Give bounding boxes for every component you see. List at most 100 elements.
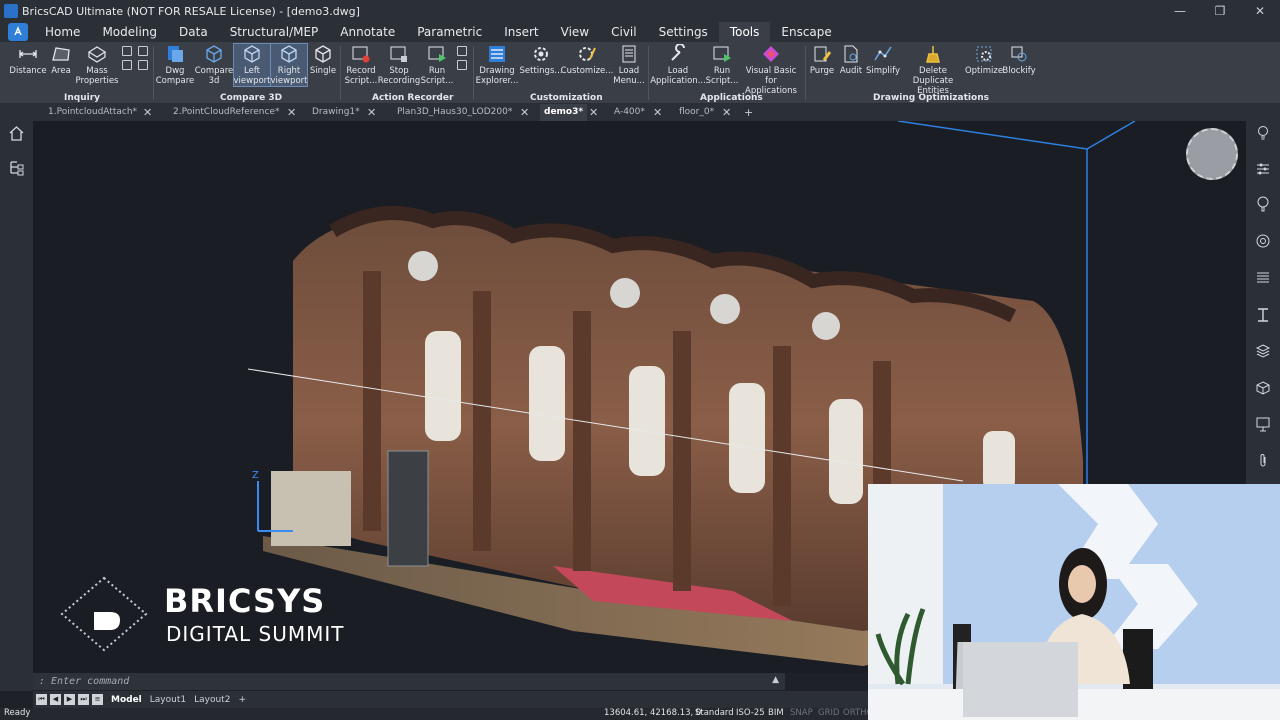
area-button[interactable]: Area	[48, 44, 74, 76]
properties-icon[interactable]	[1255, 161, 1271, 177]
distance-button[interactable]: Distance	[9, 44, 47, 76]
simplify-button[interactable]: Simplify	[866, 44, 900, 76]
distance-icon	[18, 50, 38, 58]
purge-button[interactable]: Purge	[808, 44, 836, 76]
layout-list-icon[interactable]: ≡	[92, 694, 103, 705]
orbit-icon[interactable]	[1255, 233, 1271, 249]
snap-toggle[interactable]: SNAP	[790, 708, 813, 718]
run-script-icon	[428, 46, 446, 62]
run-app-script-button[interactable]: Run Script...	[706, 44, 738, 86]
doc-tab-drawing1[interactable]: Drawing1*	[312, 104, 360, 121]
small-tool-icon[interactable]	[138, 60, 148, 70]
lightbulb-icon[interactable]	[1255, 125, 1271, 141]
audit-label: Audit	[839, 66, 863, 76]
tab-tools[interactable]: Tools	[718, 22, 771, 42]
next-layout-icon[interactable]: ▶	[64, 694, 75, 705]
doc-tab-demo3[interactable]: demo3*	[540, 104, 588, 121]
close-tab-icon[interactable]: ✕	[287, 104, 296, 121]
blockify-button[interactable]: Blockify	[1002, 44, 1036, 76]
tab-data[interactable]: Data	[168, 22, 219, 42]
cube-icon[interactable]	[1255, 380, 1271, 396]
doc-tab-floor0[interactable]: floor_0*	[679, 104, 714, 121]
tab-annotate[interactable]: Annotate	[329, 22, 406, 42]
doc-tab-a400[interactable]: A-400*	[614, 104, 645, 121]
home-icon[interactable]	[8, 125, 25, 142]
tab-modeling[interactable]: Modeling	[91, 22, 168, 42]
bim-status[interactable]: BIM	[768, 708, 784, 718]
add-tab-button[interactable]: +	[744, 104, 753, 121]
layers-icon[interactable]	[1255, 343, 1271, 359]
optimize-button[interactable]: Optimize	[965, 44, 1003, 76]
tab-settings[interactable]: Settings	[648, 22, 719, 42]
doc-tab-plan3d[interactable]: Plan3D_Haus30_LOD200*	[397, 104, 512, 121]
close-tab-icon[interactable]: ✕	[143, 104, 152, 121]
small-tool-icon[interactable]	[138, 46, 148, 56]
last-layout-icon[interactable]: ⏭	[78, 694, 89, 705]
small-tool-icon[interactable]	[457, 46, 467, 56]
left-viewport-icon	[244, 45, 260, 63]
left-viewport-button[interactable]: Left viewport	[233, 43, 271, 87]
compare-3d-button[interactable]: Compare 3d	[195, 44, 233, 86]
close-tab-icon[interactable]: ✕	[520, 104, 529, 121]
doc-tab-pointcloudreference[interactable]: 2.PointCloudReference*	[173, 104, 279, 121]
close-tab-icon[interactable]: ✕	[653, 104, 662, 121]
customize-button[interactable]: Customize...	[561, 44, 613, 76]
single-button[interactable]: Single	[309, 44, 337, 76]
close-tab-icon[interactable]: ✕	[722, 104, 731, 121]
first-layout-icon[interactable]: ⏮	[36, 694, 47, 705]
small-tool-icon[interactable]	[122, 60, 132, 70]
tab-parametric[interactable]: Parametric	[406, 22, 493, 42]
layout-tab-layout1[interactable]: Layout1	[150, 695, 186, 705]
settings-button[interactable]: Settings...	[520, 44, 563, 76]
tab-home[interactable]: Home	[34, 22, 91, 42]
tab-insert[interactable]: Insert	[493, 22, 549, 42]
vba-label: Visual Basic for Applications	[745, 66, 797, 96]
close-tab-icon[interactable]: ✕	[367, 104, 376, 121]
tab-enscape[interactable]: Enscape	[770, 22, 842, 42]
drawing-explorer-button[interactable]: Drawing Explorer...	[476, 44, 518, 86]
sheet-icon[interactable]	[1255, 416, 1271, 432]
balloon-icon[interactable]	[1255, 196, 1271, 212]
layout-tab-model[interactable]: Model	[111, 695, 142, 705]
text-style-status[interactable]: Standard	[695, 708, 734, 718]
load-menu-button[interactable]: Load Menu...	[613, 44, 645, 86]
structure-tree-icon[interactable]	[8, 159, 25, 176]
run-script-label: Run Script...	[420, 66, 454, 86]
maximize-button[interactable]: ❐	[1200, 0, 1240, 22]
application-menu-button[interactable]	[8, 23, 28, 41]
structure-icon[interactable]	[1255, 307, 1271, 323]
grid-toggle[interactable]: GRID	[818, 708, 840, 718]
window-title: BricsCAD Ultimate (NOT FOR RESALE Licens…	[22, 4, 360, 18]
attachment-icon[interactable]	[1255, 453, 1271, 469]
drawing-optimizations-group-label: Drawing Optimizations	[873, 93, 989, 103]
small-tool-icon[interactable]	[457, 60, 467, 70]
vba-button[interactable]: Visual Basic for Applications	[740, 44, 802, 96]
run-script-button[interactable]: Run Script...	[419, 44, 455, 86]
stop-recording-button[interactable]: Stop Recording	[378, 44, 420, 86]
look-from-widget[interactable]	[1186, 128, 1238, 180]
delete-duplicate-button[interactable]: Delete Duplicate Entities	[901, 44, 965, 96]
add-layout-button[interactable]: +	[238, 695, 246, 705]
right-viewport-button[interactable]: Right viewport	[270, 43, 308, 87]
close-button[interactable]: ✕	[1240, 0, 1280, 22]
tab-view[interactable]: View	[550, 22, 600, 42]
command-line[interactable]: : Enter command ▲	[33, 673, 785, 690]
dim-style-status[interactable]: ISO-25	[736, 708, 765, 718]
dwg-compare-button[interactable]: Dwg Compare	[156, 44, 194, 86]
prev-layout-icon[interactable]: ◀	[50, 694, 61, 705]
doc-tab-pointcloudattach[interactable]: 1.PointcloudAttach*	[48, 104, 137, 121]
audit-button[interactable]: Audit	[838, 44, 864, 76]
command-history-toggle[interactable]: ▲	[772, 675, 779, 685]
mass-properties-button[interactable]: Mass Properties	[76, 44, 119, 86]
purge-icon	[814, 46, 832, 62]
layout-tab-layout2[interactable]: Layout2	[194, 695, 230, 705]
load-application-button[interactable]: Load Application...	[650, 44, 706, 86]
tab-civil[interactable]: Civil	[600, 22, 647, 42]
tab-structural-mep[interactable]: Structural/MEP	[219, 22, 330, 42]
record-script-button[interactable]: Record Script...	[343, 44, 379, 86]
small-tool-icon[interactable]	[122, 46, 132, 56]
library-icon[interactable]	[1255, 270, 1271, 286]
close-tab-icon[interactable]: ✕	[589, 104, 598, 121]
command-input[interactable]: : Enter command	[33, 676, 129, 687]
minimize-button[interactable]: —	[1160, 0, 1200, 22]
